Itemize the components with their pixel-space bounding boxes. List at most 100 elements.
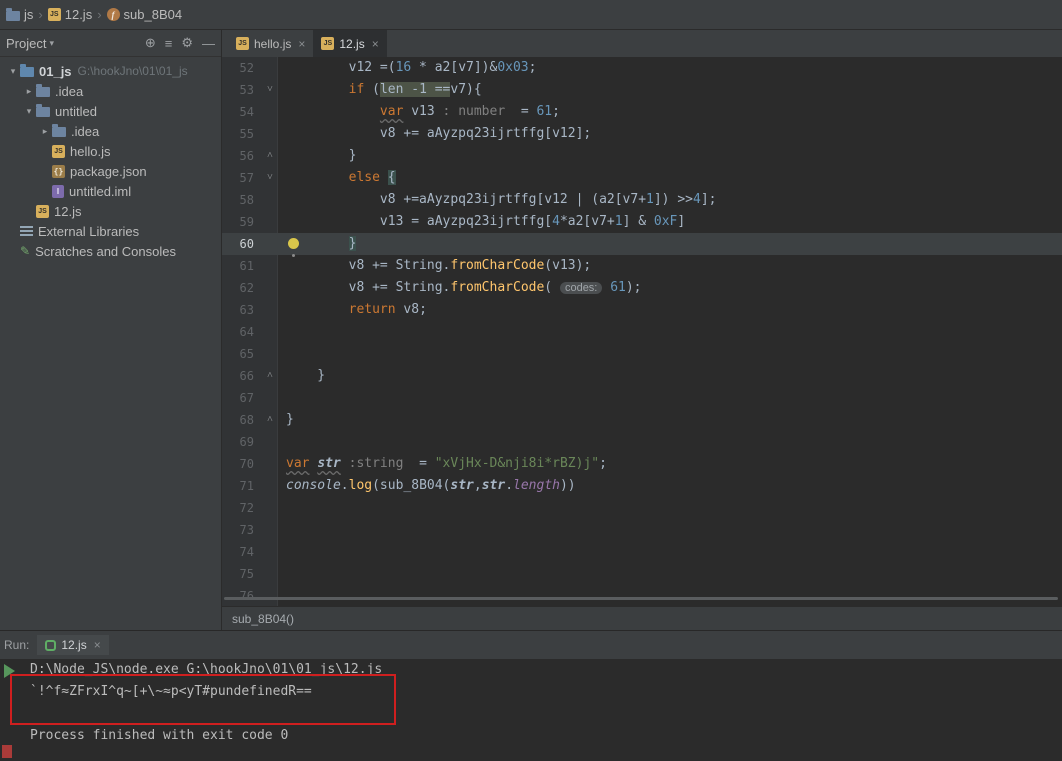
code-token: (: [544, 280, 560, 295]
code-token: 1: [646, 192, 654, 207]
hide-icon[interactable]: —: [202, 36, 215, 51]
code-area[interactable]: 52 v12 =(16 * a2[v7])&0x03; 53 ˅ if (len -…: [222, 57, 1062, 606]
stop-icon[interactable]: [2, 745, 12, 758]
line-number: 62: [239, 281, 254, 295]
code-line[interactable]: 68 ˄}: [222, 409, 1062, 431]
code-token: }: [286, 368, 326, 383]
tree-item-01-js[interactable]: ▾ 01_js G:\hookJno\01\01_js: [0, 61, 221, 81]
fold-column: [262, 233, 278, 255]
code-line[interactable]: 66 ˄ }: [222, 365, 1062, 387]
code-line[interactable]: 53 ˅ if (len -1 ==v7){: [222, 79, 1062, 101]
line-number: 55: [239, 127, 254, 141]
code-token: length: [513, 478, 560, 493]
fold-marker-icon[interactable]: ˄: [262, 409, 278, 431]
code-token: v8;: [395, 302, 427, 317]
code-line[interactable]: 60 }: [222, 233, 1062, 255]
breadcrumb-function[interactable]: sub_8B04(): [232, 612, 294, 626]
code-line[interactable]: 74: [222, 541, 1062, 563]
code-line[interactable]: 61 v8 += String.fromCharCode(v13);: [222, 255, 1062, 277]
fold-column: [262, 101, 278, 123]
code-line[interactable]: 70 var str :string = "xVjHx-D&nji8i*rBZ)j…: [222, 453, 1062, 475]
code-line[interactable]: 64: [222, 321, 1062, 343]
editor-tab-12-js[interactable]: JS 12.js ×: [313, 30, 387, 57]
code-text: v8 += String.fromCharCode(v13);: [278, 255, 1062, 277]
code-line[interactable]: 62 v8 += String.fromCharCode( codes: 61)…: [222, 277, 1062, 299]
fold-column: [262, 189, 278, 211]
settings-icon[interactable]: ⚙: [181, 35, 193, 51]
console-line: Process finished with exit code 0: [30, 728, 289, 743]
line-number: 52: [239, 61, 254, 75]
locate-icon[interactable]: ⊕: [145, 35, 156, 51]
code-line[interactable]: 56 ˄ }: [222, 145, 1062, 167]
code-line[interactable]: 67: [222, 387, 1062, 409]
code-line[interactable]: 69: [222, 431, 1062, 453]
code-text: var str :string = "xVjHx-D&nji8i*rBZ)j";: [278, 453, 1062, 475]
code-text: v12 =(16 * a2[v7])&0x03;: [278, 57, 1062, 79]
chevron-right-icon[interactable]: ▸: [22, 86, 36, 97]
code-line[interactable]: 73: [222, 519, 1062, 541]
code-token: v13: [403, 104, 443, 119]
tree-item-label: External Libraries: [38, 223, 140, 239]
code-token: str: [481, 478, 506, 493]
tree-item--idea[interactable]: ▸ .idea: [0, 121, 221, 141]
tree-item-package-json[interactable]: {} package.json: [0, 161, 221, 181]
close-icon[interactable]: ×: [372, 37, 379, 51]
code-token: * a2[v7])&: [411, 60, 498, 75]
breadcrumb-item[interactable]: f sub_8B04: [103, 5, 187, 24]
fold-column: [262, 123, 278, 145]
tree-item-untitled-iml[interactable]: Iuntitled.iml: [0, 181, 221, 201]
line-number: 67: [239, 391, 254, 405]
code-line[interactable]: 71 console.log(sub_8B04(str,str.length)): [222, 475, 1062, 497]
code-token: ]: [677, 214, 686, 229]
folder-icon: [6, 7, 20, 21]
editor-tab-hello-js[interactable]: JS hello.js ×: [228, 30, 313, 57]
horizontal-scrollbar[interactable]: [224, 597, 1058, 600]
fold-marker-icon[interactable]: ˄: [262, 365, 278, 387]
tree-item-hello-js[interactable]: JS hello.js: [0, 141, 221, 161]
breadcrumb-label: js: [24, 7, 34, 22]
tree-item--idea[interactable]: ▸ .idea: [0, 81, 221, 101]
run-tab[interactable]: 12.js ×: [37, 635, 109, 655]
code-token: :string: [348, 456, 412, 471]
tree-item-label: untitled: [55, 103, 97, 119]
code-line[interactable]: 75: [222, 563, 1062, 585]
code-token: 1: [614, 214, 623, 229]
code-token: ;: [528, 60, 537, 75]
iml-file-icon: I: [52, 184, 64, 198]
fold-marker-icon[interactable]: ˅: [262, 167, 278, 189]
code-line[interactable]: 57 ˅ else {: [222, 167, 1062, 189]
run-console[interactable]: D:\Node_JS\node.exe G:\hookJno\01\01_js\…: [0, 659, 1062, 761]
line-number: 58: [239, 193, 254, 207]
intention-bulb-icon[interactable]: [288, 238, 299, 249]
collapse-all-icon[interactable]: ≡: [165, 36, 173, 51]
tree-item-untitled[interactable]: ▾ untitled: [0, 101, 221, 121]
breadcrumb-item[interactable]: JS 12.js: [44, 5, 96, 24]
close-icon[interactable]: ×: [94, 638, 101, 652]
code-line[interactable]: 65: [222, 343, 1062, 365]
line-number: 66: [239, 369, 254, 383]
code-line[interactable]: 54 var v13 : number = 61;: [222, 101, 1062, 123]
chevron-down-icon[interactable]: ▾: [6, 66, 20, 77]
breadcrumb-item[interactable]: js: [2, 5, 37, 24]
chevron-down-icon[interactable]: ▾: [22, 106, 36, 117]
rerun-button[interactable]: [4, 664, 15, 678]
tree-item-12-js[interactable]: JS 12.js: [0, 201, 221, 221]
tree-item-scratches-and-consoles[interactable]: ✎ Scratches and Consoles: [0, 241, 221, 261]
code-line[interactable]: 63 return v8;: [222, 299, 1062, 321]
libraries-icon: [20, 226, 33, 228]
code-token: =: [513, 104, 537, 119]
project-panel-title-dropdown[interactable]: Project ▾: [6, 36, 54, 51]
tree-item-external-libraries[interactable]: External Libraries: [0, 221, 221, 241]
close-icon[interactable]: ×: [298, 37, 305, 51]
code-line[interactable]: 58 v8 +=aAyzpq23ijrtffg[v12 | (a2[v7+1])…: [222, 189, 1062, 211]
chevron-right-icon[interactable]: ▸: [38, 126, 52, 137]
code-line[interactable]: 76: [222, 585, 1062, 606]
code-line[interactable]: 72: [222, 497, 1062, 519]
code-token: v12 =(: [286, 60, 396, 75]
code-line[interactable]: 59 v13 = aAyzpq23ijrtffg[4*a2[v7+1] & 0x…: [222, 211, 1062, 233]
code-line[interactable]: 55 v8 += aAyzpq23ijrtffg[v12];: [222, 123, 1062, 145]
fold-marker-icon[interactable]: ˅: [262, 79, 278, 101]
code-line[interactable]: 52 v12 =(16 * a2[v7])&0x03;: [222, 57, 1062, 79]
code-token: ;: [552, 104, 560, 119]
fold-marker-icon[interactable]: ˄: [262, 145, 278, 167]
